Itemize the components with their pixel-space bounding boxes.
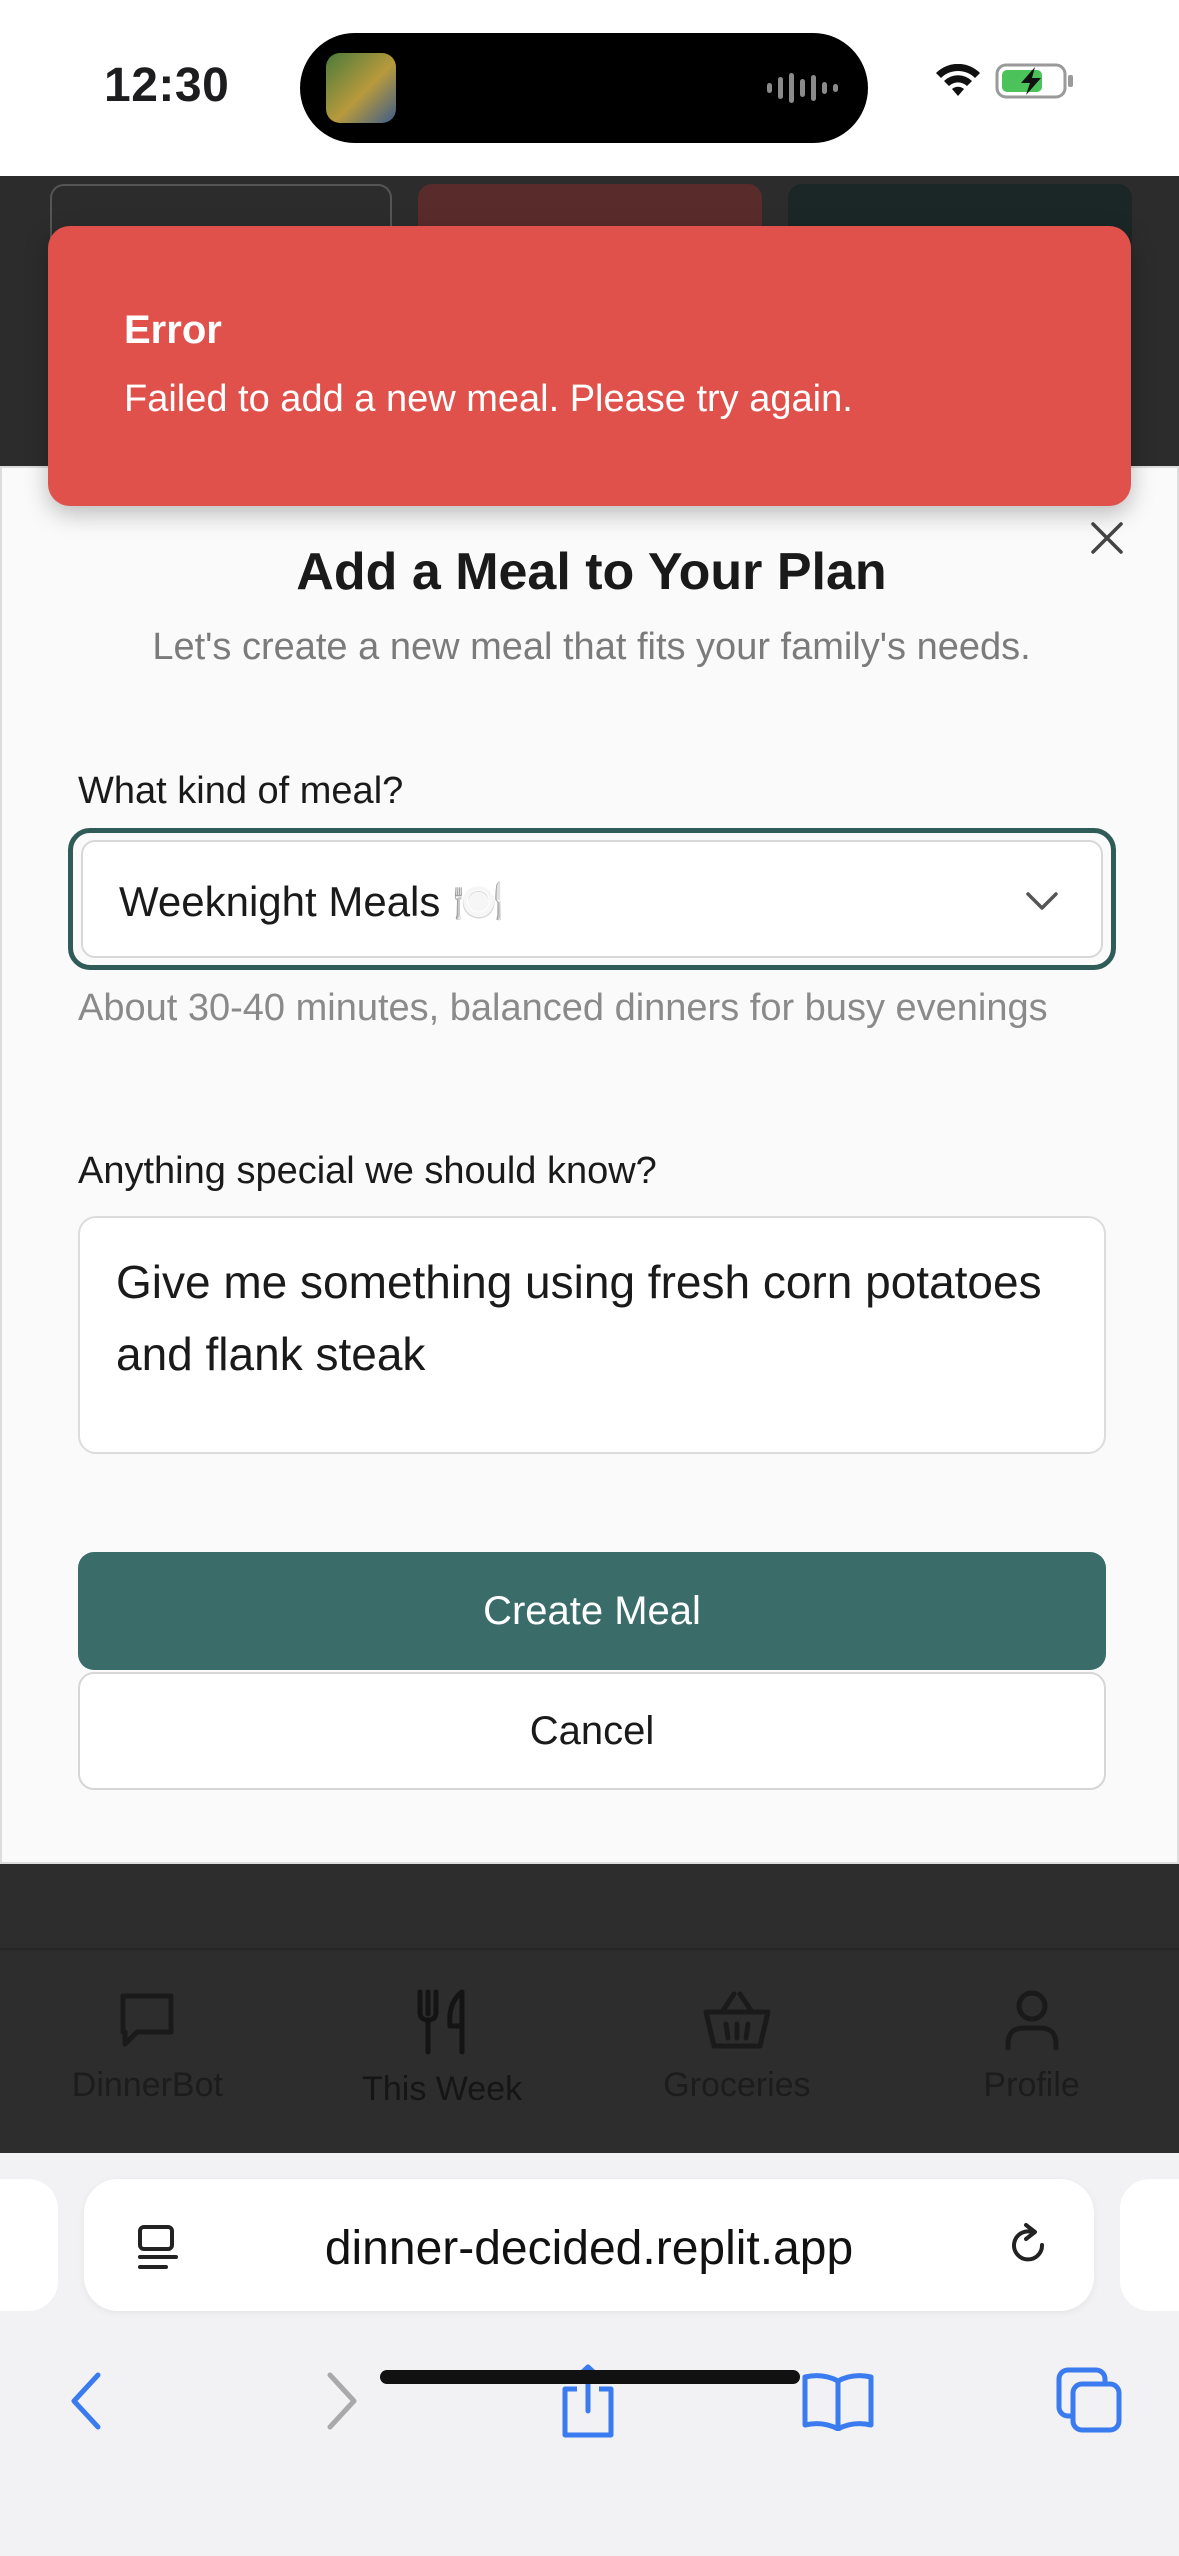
person-icon bbox=[1005, 1990, 1059, 2050]
meal-type-select[interactable]: Weeknight Meals 🍽️ bbox=[68, 828, 1116, 970]
tab-label: Profile bbox=[983, 2066, 1080, 2104]
cancel-button[interactable]: Cancel bbox=[78, 1672, 1106, 1790]
modal-subtitle: Let's create a new meal that fits your f… bbox=[152, 626, 1031, 668]
tabs-button[interactable] bbox=[1040, 2351, 1140, 2451]
error-toast[interactable]: Error Failed to add a new meal. Please t… bbox=[48, 226, 1131, 506]
next-tab-preview[interactable] bbox=[1120, 2179, 1179, 2311]
fork-knife-icon bbox=[417, 1989, 465, 2055]
battery-charging-icon bbox=[995, 63, 1073, 99]
toast-title: Error bbox=[124, 308, 222, 352]
browser-toolbar: dinner-decided.replit.app bbox=[0, 2153, 1179, 2556]
forward-button[interactable] bbox=[292, 2351, 392, 2451]
back-button[interactable] bbox=[36, 2351, 136, 2451]
chevron-down-icon bbox=[1026, 892, 1058, 910]
basket-icon bbox=[703, 1991, 771, 2049]
wifi-icon bbox=[936, 64, 980, 96]
notes-label: Anything special we should know? bbox=[78, 1150, 657, 1192]
toast-message: Failed to add a new meal. Please try aga… bbox=[124, 378, 853, 420]
chat-bubble-icon bbox=[120, 1993, 174, 2047]
meal-type-label: What kind of meal? bbox=[78, 770, 404, 812]
audio-waveform-icon bbox=[767, 73, 838, 103]
tab-label: This Week bbox=[362, 2070, 523, 2108]
share-button[interactable] bbox=[538, 2351, 638, 2451]
previous-tab-preview[interactable] bbox=[0, 2179, 58, 2311]
bookmarks-button[interactable] bbox=[788, 2351, 888, 2451]
tab-profile[interactable]: Profile bbox=[907, 1950, 1157, 2153]
modal-title: Add a Meal to Your Plan bbox=[296, 543, 887, 601]
url-text: dinner-decided.replit.app bbox=[324, 2222, 854, 2275]
tabs-icon bbox=[1056, 2367, 1122, 2433]
add-meal-modal: Add a Meal to Your Plan Let's create a n… bbox=[0, 466, 1179, 1864]
status-time: 12:30 bbox=[104, 59, 230, 112]
reload-icon[interactable] bbox=[1002, 2219, 1054, 2271]
chevron-right-icon bbox=[327, 2372, 357, 2430]
dynamic-island[interactable] bbox=[300, 33, 868, 143]
book-icon bbox=[802, 2373, 874, 2431]
create-meal-button[interactable]: Create Meal bbox=[78, 1552, 1106, 1670]
status-bar: 12:30 bbox=[0, 0, 1179, 176]
notes-textarea[interactable]: Give me something using fresh corn potat… bbox=[78, 1216, 1106, 1454]
meal-type-helper: About 30-40 minutes, balanced dinners fo… bbox=[78, 987, 1048, 1029]
home-indicator bbox=[380, 2370, 800, 2384]
tab-groceries[interactable]: Groceries bbox=[612, 1950, 862, 2153]
tab-label: Groceries bbox=[663, 2066, 811, 2104]
bottom-tab-bar: DinnerBot This Week Groceries Profile bbox=[0, 1948, 1179, 2153]
tab-dinnerbot[interactable]: DinnerBot bbox=[22, 1950, 272, 2153]
address-bar[interactable]: dinner-decided.replit.app bbox=[84, 2179, 1094, 2311]
meal-type-value: Weeknight Meals 🍽️ bbox=[119, 878, 505, 925]
chevron-left-icon bbox=[71, 2372, 101, 2430]
tab-this-week[interactable]: This Week bbox=[317, 1950, 567, 2153]
tab-label: DinnerBot bbox=[71, 2066, 223, 2104]
now-playing-artwork bbox=[326, 53, 396, 123]
